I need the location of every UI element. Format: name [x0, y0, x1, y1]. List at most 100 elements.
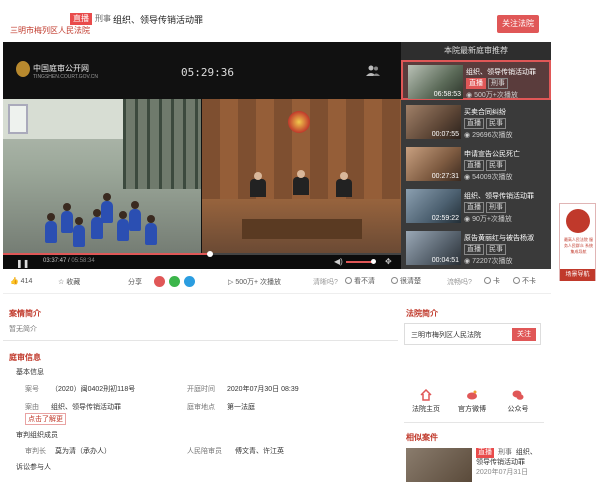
collect-button[interactable]: ☆ 收藏: [58, 277, 80, 287]
floating-nav-widget[interactable]: 最高人民法院 服务人民群众 系统集成导航 场景导航: [559, 203, 596, 281]
recommend-item[interactable]: 00:04:51 原告黄丽红与被告杨淑直播 民事 ◉ 72207次播放: [401, 228, 551, 268]
wechat-share-icon[interactable]: [169, 276, 180, 287]
case-no-value: （2020）闽0402刑初118号: [51, 386, 136, 393]
parties-label: 诉讼参与人: [16, 464, 51, 471]
recommend-title-text: 组织、领导传销活动罪: [464, 193, 534, 200]
recommend-duration: 06:58:53: [433, 91, 461, 98]
related-case-info[interactable]: 直播 刑事 组织、 领导传销活动罪 2020年07月31日: [476, 448, 546, 478]
recommend-duration: 00:04:51: [431, 257, 459, 264]
case-type-badge: 刑事: [95, 14, 111, 23]
national-emblem-icon: [288, 111, 310, 133]
court-card: 三明市梅列区人民法院 关注: [404, 323, 541, 345]
cause-value: 组织、领导传销活动罪: [51, 404, 121, 411]
recommend-duration: 02:59:22: [431, 215, 459, 222]
clarity-label: 清晰吗?: [313, 279, 338, 286]
smooth-label: 流畅吗?: [447, 279, 472, 286]
chief-judge-label: 审判长: [25, 448, 46, 455]
pause-icon[interactable]: ❚❚: [16, 259, 29, 268]
player-logo-text: 中国庭审公开网: [33, 64, 89, 73]
action-bar: 👍 414 ☆ 收藏 分享 ▷ 500万+ 次播放 清晰吗? 看不清 很清楚 流…: [3, 272, 551, 294]
clarity-opt-clear[interactable]: 很清楚: [391, 276, 421, 286]
learn-more-link[interactable]: 点击了解更: [25, 413, 66, 425]
recommend-item[interactable]: 00:07:55 买卖合同纠纷 直播 民事 ◉ 29696次播放: [401, 102, 551, 142]
volume-handle[interactable]: [371, 259, 376, 264]
recommend-duration: 00:07:55: [431, 131, 459, 138]
recommend-tags: 直播 刑事: [466, 78, 510, 89]
open-time-value: 2020年07月30日 08:39: [227, 386, 299, 393]
court-name-link[interactable]: 三明市梅列区人民法院: [10, 25, 90, 36]
basic-info-label: 基本信息: [16, 369, 44, 376]
other-share-icon[interactable]: [184, 276, 195, 287]
video-right-feed: [202, 99, 401, 253]
home-icon: [420, 389, 432, 401]
follow-court-button[interactable]: 关注法院: [497, 15, 539, 33]
live-badge: 直播: [70, 13, 92, 25]
recommend-title-text: 申请宣告公民死亡: [464, 151, 520, 158]
video-timecode: 05:29:36: [181, 66, 234, 79]
recommend-thumbnail: 00:07:55: [406, 105, 461, 139]
smooth-opt-smooth[interactable]: 不卡: [513, 276, 536, 286]
page-title: 组织、领导传销活动罪: [113, 15, 204, 25]
recommend-thumbnail: 02:59:22: [406, 189, 461, 223]
case-no-label: 案号: [25, 386, 39, 393]
court-intro-title: 法院简介: [406, 309, 438, 318]
recommend-title: 本院最新庭审推荐: [401, 42, 551, 60]
court-card-name: 三明市梅列区人民法院: [411, 332, 481, 339]
like-button[interactable]: 👍 414: [10, 277, 32, 285]
chief-judge-value: 莫为清（承办人）: [55, 448, 111, 455]
related-case-thumbnail[interactable]: [406, 448, 472, 482]
weibo-icon: [467, 390, 477, 400]
floating-nav-text: 最高人民法院 服务人民群众 系统集成导航: [563, 237, 594, 254]
recommend-title-text: 原告黄丽红与被告杨淑: [464, 235, 534, 242]
progress-handle[interactable]: [206, 251, 213, 257]
trial-info-title: 庭审信息: [9, 353, 41, 362]
location-label: 庭审地点: [187, 404, 215, 411]
recommend-item[interactable]: 00:27:31 申请宣告公民死亡直播 民事 ◉ 54009次播放: [401, 144, 551, 184]
weibo-share-icon[interactable]: [154, 276, 165, 287]
player-controls: ❚❚ 03:37:47 / 05:58:34 ◀) ✥: [3, 251, 401, 269]
multi-user-icon[interactable]: [366, 65, 380, 77]
video-player[interactable]: 中国庭审公开网 TINGSHEN.COURT.GOV.CN 05:29:36 ❚…: [3, 42, 401, 269]
court-follow-button[interactable]: 关注: [512, 328, 536, 341]
juror-label: 人民陪审员: [187, 448, 222, 455]
player-logo-subtext: TINGSHEN.COURT.GOV.CN: [33, 74, 99, 80]
supreme-court-logo-icon: [566, 209, 590, 233]
video-left-feed: [3, 99, 201, 253]
court-homepage-link[interactable]: 法院主页: [404, 389, 448, 414]
recommend-views: ◉ 29696次播放: [464, 132, 513, 139]
cause-label: 案由: [25, 404, 39, 411]
recommend-title-text: 组织、领导传销活动罪: [466, 69, 536, 76]
recommend-tags: 直播 民事: [464, 160, 508, 171]
court-wechat-link[interactable]: 公众号: [496, 389, 540, 414]
fullscreen-icon[interactable]: ✥: [385, 257, 392, 266]
volume-slider[interactable]: [346, 261, 372, 263]
page-header: 直播 刑事 组织、领导传销活动罪 三明市梅列区人民法院 关注法院: [0, 0, 600, 42]
wechat-icon: [512, 390, 524, 400]
smooth-opt-lag[interactable]: 卡: [484, 276, 500, 286]
recommend-views: ◉ 500万+次播放: [466, 92, 518, 99]
recommend-panel: 本院最新庭审推荐 06:58:53 组织、领导传销活动罪 直播 刑事 ◉ 500万+次播…: [401, 42, 551, 269]
case-intro-content: 暂无简介: [9, 326, 37, 333]
scene-nav-button[interactable]: 场景导航: [560, 269, 595, 281]
recommend-tags: 直播 刑事: [464, 202, 508, 213]
court-weibo-link[interactable]: 官方微博: [450, 389, 494, 414]
recommend-title-text: 买卖合同纠纷: [464, 109, 506, 116]
clarity-opt-unclear[interactable]: 看不清: [345, 276, 375, 286]
location-value: 第一法庭: [227, 404, 255, 411]
time-display: 03:37:47 / 05:58:34: [43, 258, 95, 264]
progress-bar[interactable]: [3, 251, 401, 257]
panel-label: 审判组织成员: [16, 432, 58, 439]
recommend-thumbnail: 06:58:53: [408, 65, 463, 99]
recommend-duration: 00:27:31: [431, 173, 459, 180]
play-count: ▷ 500万+ 次播放: [228, 279, 282, 286]
recommend-views: ◉ 72207次播放: [464, 258, 513, 265]
court-emblem-icon: [16, 61, 30, 77]
open-time-label: 开庭时间: [187, 386, 215, 393]
recommend-item[interactable]: 06:58:53 组织、领导传销活动罪直播 刑事 ◉ 500万+次播放: [401, 60, 551, 100]
recommend-tags: 直播 民事: [464, 244, 508, 255]
volume-icon[interactable]: ◀): [334, 257, 343, 266]
recommend-thumbnail: 00:04:51: [406, 231, 461, 265]
share-label: 分享: [128, 279, 142, 286]
recommend-views: ◉ 54009次播放: [464, 174, 513, 181]
recommend-item[interactable]: 02:59:22 组织、领导传销活动罪 直播 刑事 ◉ 90万+次播放: [401, 186, 551, 226]
